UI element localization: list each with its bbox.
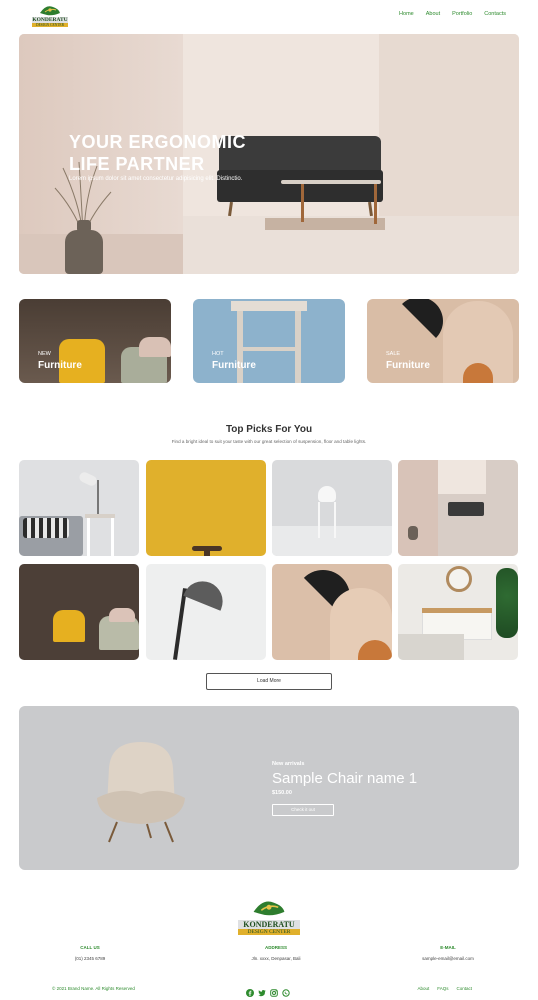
- product-name: Sample Chair name 1: [272, 770, 418, 787]
- twitter-icon[interactable]: [258, 984, 266, 997]
- chair-leg: [318, 502, 320, 538]
- arrivals-label: New arrivals: [272, 761, 305, 767]
- lamp-stand: [173, 588, 187, 660]
- hero-table-leg: [301, 184, 304, 222]
- category-name: Furniture: [212, 360, 256, 371]
- category-card-new[interactable]: NEW Furniture: [19, 299, 171, 383]
- sofa-shape: [448, 502, 484, 516]
- hero-title: YOUR ERGONOMIC LIFE PARTNER: [69, 131, 246, 175]
- hero-coffee-table: [281, 180, 381, 184]
- address-value: Jln. xxxx, Denpasar, Bali: [251, 956, 301, 961]
- product-tile[interactable]: [272, 564, 392, 660]
- footer-logo[interactable]: KONDERATU DESIGN CENTER: [238, 898, 300, 938]
- brand-logo[interactable]: KONDERATU DESIGN CENTER: [32, 4, 68, 28]
- lamp-head: [77, 470, 99, 488]
- round-mirror: [446, 566, 472, 592]
- call-us-heading: CALL US: [80, 945, 100, 950]
- vase-shape: [408, 526, 418, 540]
- footer-address: ADDRESS Jln. xxxx, Denpasar, Bali: [216, 945, 336, 961]
- hero-subtitle: Lorem ipsum dolor sit amet consectetur a…: [69, 176, 243, 182]
- footer-brand-name: KONDERATU: [238, 920, 300, 929]
- dresser-top: [422, 608, 492, 613]
- lamp-shade: [183, 575, 229, 611]
- table-leg: [87, 518, 90, 556]
- product-tile[interactable]: [19, 460, 139, 556]
- hero-banner: YOUR ERGONOMIC LIFE PARTNER Lorem ipsum …: [19, 34, 519, 274]
- bed-shape: [398, 634, 464, 660]
- hero-rug: [265, 218, 385, 230]
- pink-chair: [109, 608, 135, 622]
- product-tile[interactable]: [146, 460, 266, 556]
- check-it-out-button[interactable]: Check it out: [272, 804, 334, 816]
- facebook-icon[interactable]: [246, 984, 254, 997]
- floor: [272, 526, 392, 556]
- footer-links: About FAQs Contact: [417, 986, 472, 991]
- category-card-hot[interactable]: HOT Furniture: [193, 299, 345, 383]
- product-price: $150.00: [272, 790, 292, 796]
- chair-seat: [318, 486, 336, 502]
- hero-vase: [65, 230, 103, 274]
- striped-pillow: [23, 518, 69, 538]
- site-header: KONDERATU DESIGN CENTER Home About Portf…: [0, 0, 538, 32]
- plant-shape: [496, 568, 518, 638]
- product-tile[interactable]: [19, 564, 139, 660]
- nav-contacts[interactable]: Contacts: [484, 11, 506, 17]
- product-tile[interactable]: [146, 564, 266, 660]
- logo-leaf-icon: [40, 6, 60, 16]
- load-more-button[interactable]: Load More: [206, 673, 332, 690]
- category-name: Furniture: [38, 360, 82, 371]
- hero-title-line-1: YOUR ERGONOMIC: [69, 132, 247, 152]
- brand-tagline: DESIGN CENTER: [32, 23, 68, 27]
- footer-link-about[interactable]: About: [417, 986, 429, 991]
- footer-link-faqs[interactable]: FAQs: [437, 986, 448, 991]
- stool-seat: [231, 301, 307, 311]
- footer-call-us: CALL US (01) 2345 6789: [30, 945, 150, 961]
- table-leg: [111, 518, 114, 556]
- social-links: [246, 984, 290, 997]
- yellow-chair: [53, 610, 85, 642]
- hero-table-leg: [374, 184, 377, 224]
- lamp-stand: [97, 480, 99, 514]
- hero-title-line-2: LIFE PARTNER: [69, 154, 205, 174]
- footer-email: E-MAIL sample-email@email.com: [388, 945, 508, 961]
- address-heading: ADDRESS: [264, 945, 287, 950]
- new-arrivals-banner: New arrivals Sample Chair name 1 $150.00…: [19, 706, 519, 870]
- armchair-image: [97, 742, 185, 843]
- top-picks-title: Top Picks For You: [225, 424, 313, 435]
- copyright-text: © 2021 Brand Name. All Rights Reserved: [52, 986, 135, 991]
- pink-chair: [139, 337, 171, 357]
- instagram-icon[interactable]: [270, 984, 278, 997]
- main-nav: Home About Portfolio Contacts: [399, 11, 506, 17]
- category-card-sale[interactable]: SALE Furniture: [367, 299, 519, 383]
- product-tile[interactable]: [398, 460, 518, 556]
- black-arch-shape: [395, 299, 443, 345]
- nav-about[interactable]: About: [426, 11, 440, 17]
- email-heading: E-MAIL: [440, 945, 456, 950]
- product-tile[interactable]: [398, 564, 518, 660]
- wall-left: [398, 460, 438, 556]
- email-value[interactable]: sample-email@email.com: [388, 956, 508, 961]
- product-tile[interactable]: [272, 460, 392, 556]
- phone-number[interactable]: (01) 2345 6789: [30, 956, 150, 961]
- category-name: Furniture: [386, 360, 430, 371]
- wall-center: [438, 460, 486, 494]
- category-tag: SALE: [386, 351, 401, 357]
- stool-leg: [204, 551, 210, 556]
- category-tag: NEW: [38, 351, 51, 357]
- footer-brand-tagline: DESIGN CENTER: [238, 929, 300, 935]
- top-picks-subtitle: Find a bright ideal to suit your taste w…: [171, 439, 367, 444]
- whatsapp-icon[interactable]: [282, 984, 290, 997]
- nav-home[interactable]: Home: [399, 11, 414, 17]
- stool-rung: [243, 347, 295, 351]
- logo-leaf-icon: [253, 901, 285, 916]
- chair-leg: [334, 502, 336, 538]
- category-tag: HOT: [212, 351, 224, 357]
- nav-portfolio[interactable]: Portfolio: [452, 11, 472, 17]
- stool-leg: [295, 311, 301, 383]
- footer-link-contact[interactable]: Contact: [456, 986, 472, 991]
